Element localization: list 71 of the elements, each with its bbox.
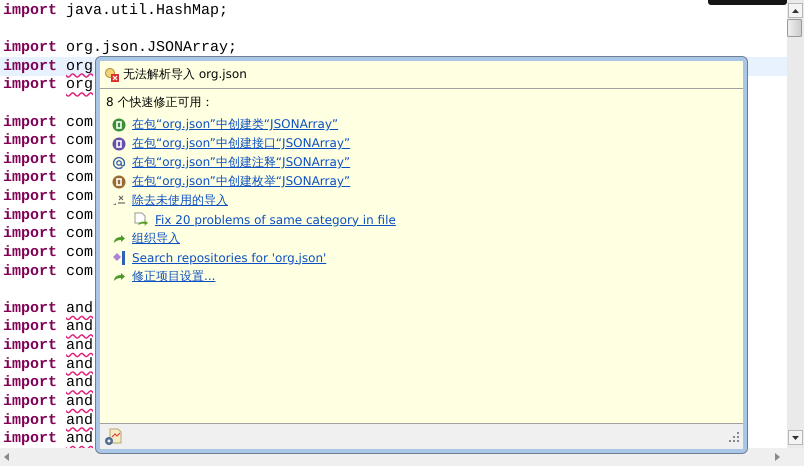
code-keyword: import bbox=[3, 244, 58, 261]
quick-fix-link[interactable]: 在包“org.json”中创建类“JSONArray” bbox=[132, 116, 338, 133]
right-arrow-icon[interactable] bbox=[775, 453, 780, 461]
scroll-up-button[interactable] bbox=[788, 3, 803, 18]
code-text: and bbox=[66, 318, 94, 336]
code-text: com bbox=[66, 132, 94, 150]
lightbulb-error-icon bbox=[104, 66, 120, 82]
code-keyword: import bbox=[3, 337, 58, 354]
code-text: and bbox=[66, 300, 94, 317]
code-text: org bbox=[66, 58, 94, 75]
code-text: com bbox=[66, 169, 94, 186]
quick-fix-link[interactable]: 修正项目设置... bbox=[132, 268, 216, 285]
code-keyword: import bbox=[3, 356, 58, 373]
repository-icon bbox=[112, 250, 126, 266]
code-keyword: import bbox=[3, 430, 58, 448]
code-text: and bbox=[66, 356, 94, 373]
code-text: com bbox=[66, 114, 94, 131]
code-keyword: import bbox=[3, 169, 58, 186]
quick-fix-link[interactable]: Fix 20 problems of same category in file bbox=[155, 212, 396, 226]
code-keyword: import bbox=[3, 39, 58, 56]
code-keyword: import bbox=[3, 412, 58, 429]
quick-fix-link[interactable]: 在包“org.json”中创建枚举“JSONArray” bbox=[132, 173, 350, 190]
code-text: com bbox=[66, 188, 94, 206]
resize-grip-icon[interactable] bbox=[729, 432, 739, 442]
quick-fix-link[interactable]: 组织导入 bbox=[132, 230, 180, 247]
quick-fix-link[interactable]: 除去未使用的导入 bbox=[132, 192, 228, 209]
code-keyword: import bbox=[3, 150, 58, 168]
code-keyword: import bbox=[3, 2, 58, 19]
code-text: com bbox=[66, 262, 94, 280]
code-keyword: import bbox=[3, 392, 58, 410]
quick-fix-link[interactable]: Search repositories for 'org.json' bbox=[132, 250, 326, 264]
code-keyword: import bbox=[3, 300, 58, 317]
code-keyword: import bbox=[3, 188, 58, 206]
code-text: com bbox=[66, 244, 94, 261]
scroll-thumb[interactable] bbox=[787, 19, 802, 37]
code-keyword: import bbox=[3, 132, 58, 150]
code-keyword: import bbox=[3, 206, 58, 224]
enum-icon bbox=[112, 174, 126, 188]
code-keyword: import bbox=[3, 58, 58, 75]
code-keyword: import bbox=[3, 114, 58, 131]
code-text: and bbox=[66, 337, 94, 354]
scroll-down-button[interactable] bbox=[788, 430, 803, 445]
code-keyword: import bbox=[3, 225, 58, 242]
left-arrow-icon[interactable] bbox=[4, 453, 9, 461]
remove-import-icon bbox=[112, 194, 126, 208]
interface-icon bbox=[112, 136, 126, 150]
up-arrow-icon bbox=[792, 8, 799, 12]
class-icon bbox=[112, 118, 126, 132]
code-keyword: import bbox=[3, 374, 58, 392]
document-arrow-icon bbox=[133, 212, 149, 228]
code-keyword: import bbox=[3, 76, 58, 94]
code-keyword: import bbox=[3, 318, 58, 336]
code-text: and bbox=[66, 392, 94, 410]
code-text: com bbox=[66, 150, 94, 168]
quick-fix-link[interactable]: 在包“org.json”中创建注释“JSONArray” bbox=[132, 154, 350, 171]
quick-fix-link[interactable]: 在包“org.json”中创建接口“JSONArray” bbox=[132, 135, 350, 152]
code-text: java.util.HashMap; bbox=[66, 2, 228, 19]
vertical-scrollbar[interactable] bbox=[787, 0, 804, 448]
code-text: and bbox=[66, 430, 94, 448]
popup-title: 无法解析导入 org.json bbox=[123, 66, 247, 83]
down-arrow-icon bbox=[792, 436, 799, 440]
code-text: org.json.JSONArray; bbox=[66, 39, 238, 56]
code-text: com bbox=[66, 206, 94, 224]
code-text: and bbox=[66, 374, 94, 392]
gear-document-icon[interactable] bbox=[104, 428, 122, 446]
fixes-heading: 8 个快速修正可用： bbox=[106, 94, 214, 111]
code-text: and bbox=[66, 412, 94, 429]
code-keyword: import bbox=[3, 262, 58, 280]
code-text: org bbox=[66, 76, 94, 94]
at-sign-icon bbox=[112, 156, 126, 170]
code-text: com bbox=[66, 225, 94, 242]
